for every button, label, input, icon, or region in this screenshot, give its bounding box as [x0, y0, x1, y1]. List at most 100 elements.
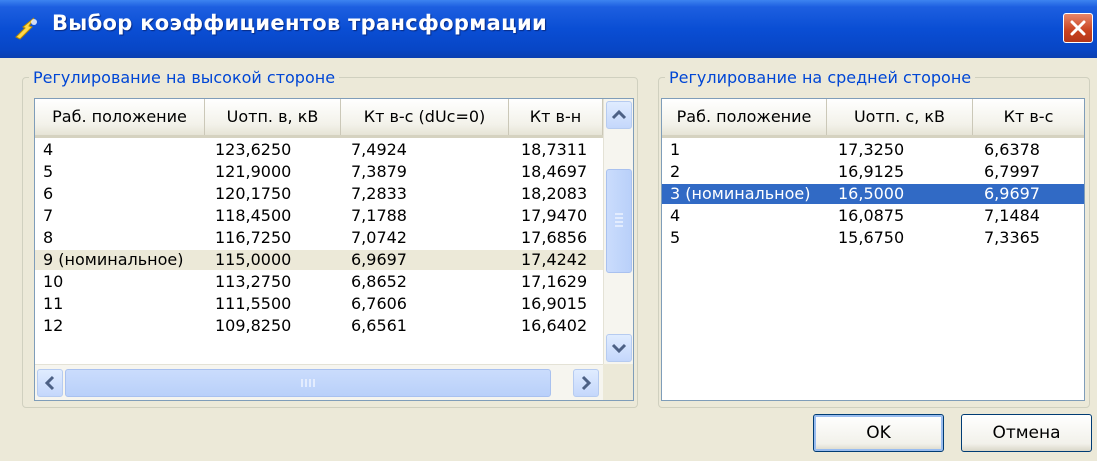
- table-cell: 116,7250: [215, 228, 292, 247]
- chevron-up-icon: [611, 109, 627, 120]
- table-cell: 12: [43, 316, 64, 335]
- table-cell: 109,8250: [215, 316, 292, 335]
- table-cell: 6: [43, 184, 54, 203]
- title-bar[interactable]: Выбор коэффициентов трансформации: [0, 0, 1097, 58]
- close-icon: [1070, 20, 1086, 36]
- table-cell: 9 (номинальное): [43, 250, 184, 269]
- table-cell: 118,4500: [215, 206, 292, 225]
- table-cell: 115,0000: [215, 250, 292, 269]
- table-header: Раб. положение Uотп. с, кВ Кт в-с: [662, 99, 1084, 138]
- close-button[interactable]: [1063, 13, 1093, 43]
- column-header-kt-vn[interactable]: Кт в-н: [509, 99, 603, 135]
- table-cell: 17,1629: [521, 272, 588, 291]
- table-cell: 16,9125: [838, 162, 905, 181]
- table-row[interactable]: 3 (номинальное) 16,5000 6,9697: [662, 184, 1084, 204]
- table-row[interactable]: 10 113,2750 6,8652 17,1629: [35, 272, 603, 292]
- table-cell: 121,9000: [215, 162, 292, 181]
- table-cell: 16,6402: [521, 316, 588, 335]
- table-row[interactable]: 4 16,0875 7,1484: [662, 206, 1084, 226]
- table-cell: 6,6378: [984, 140, 1040, 159]
- table-cell: 15,6750: [838, 228, 905, 247]
- table-cell: 123,6250: [215, 140, 292, 159]
- medium-side-legend: Регулирование на средней стороне: [669, 68, 972, 87]
- high-side-table[interactable]: Раб. положение Uотп. в, кВ Кт в-с (dUc=0…: [34, 98, 634, 401]
- scroll-left-button[interactable]: [37, 369, 63, 397]
- app-lightning-icon: [15, 17, 37, 40]
- column-header-voltage[interactable]: Uотп. с, кВ: [827, 99, 973, 135]
- table-cell: 2: [670, 162, 681, 181]
- table-cell: 7,0742: [351, 228, 407, 247]
- table-cell: 7,4924: [351, 140, 407, 159]
- table-cell: 17,3250: [838, 140, 905, 159]
- table-cell: 7,1788: [351, 206, 407, 225]
- table-row[interactable]: 4 123,6250 7,4924 18,7311: [35, 140, 603, 160]
- scroll-right-button[interactable]: [573, 369, 599, 397]
- table-row[interactable]: 12 109,8250 6,6561 16,6402: [35, 316, 603, 336]
- table-cell: 6,7997: [984, 162, 1040, 181]
- column-header-kt-vs[interactable]: Кт в-с (dUc=0): [341, 99, 509, 135]
- column-header-voltage[interactable]: Uотп. в, кВ: [205, 99, 341, 135]
- dialog-window: Выбор коэффициентов трансформации Регули…: [0, 0, 1097, 461]
- chevron-down-icon: [611, 343, 627, 354]
- table-header: Раб. положение Uотп. в, кВ Кт в-с (dUc=0…: [35, 99, 603, 138]
- table-cell: 113,2750: [215, 272, 292, 291]
- table-cell: 17,4242: [521, 250, 588, 269]
- horizontal-scrollbar[interactable]: [35, 364, 603, 400]
- table-cell: 18,2083: [521, 184, 588, 203]
- scrollbar-corner: [603, 364, 633, 400]
- table-cell: 7,2833: [351, 184, 407, 203]
- vertical-scrollbar[interactable]: [603, 99, 633, 364]
- column-header-position[interactable]: Раб. положение: [35, 99, 205, 135]
- table-cell: 7,1484: [984, 206, 1040, 225]
- table-cell: 10: [43, 272, 64, 291]
- column-header-kt-vs[interactable]: Кт в-с: [973, 99, 1084, 135]
- table-cell: 120,1750: [215, 184, 292, 203]
- table-cell: 16,0875: [838, 206, 905, 225]
- table-row[interactable]: 8 116,7250 7,0742 17,6856: [35, 228, 603, 248]
- chevron-left-icon: [44, 375, 55, 391]
- table-row[interactable]: 2 16,9125 6,7997: [662, 162, 1084, 182]
- table-cell: 4: [670, 206, 681, 225]
- table-cell: 3 (номинальное): [670, 184, 811, 203]
- medium-side-table[interactable]: Раб. положение Uотп. с, кВ Кт в-с 1 17,32…: [661, 98, 1085, 401]
- table-cell: 7: [43, 206, 54, 225]
- vertical-scroll-thumb[interactable]: [606, 169, 632, 273]
- table-row[interactable]: 7 118,4500 7,1788 17,9470: [35, 206, 603, 226]
- table-cell: 4: [43, 140, 54, 159]
- table-row[interactable]: 6 120,1750 7,2833 18,2083: [35, 184, 603, 204]
- table-row[interactable]: 9 (номинальное) 115,0000 6,9697 17,4242: [35, 250, 603, 270]
- table-row[interactable]: 1 17,3250 6,6378: [662, 140, 1084, 160]
- grip-icon: [615, 213, 623, 227]
- table-cell: 16,5000: [838, 184, 905, 203]
- table-row[interactable]: 5 15,6750 7,3365: [662, 228, 1084, 248]
- table-cell: 5: [670, 228, 681, 247]
- horizontal-scroll-thumb[interactable]: [65, 369, 551, 397]
- table-cell: 6,8652: [351, 272, 407, 291]
- scroll-up-button[interactable]: [606, 101, 632, 129]
- table-cell: 6,6561: [351, 316, 407, 335]
- table-cell: 8: [43, 228, 54, 247]
- table-cell: 7,3365: [984, 228, 1040, 247]
- ok-button[interactable]: OK: [813, 414, 944, 452]
- table-cell: 1: [670, 140, 681, 159]
- table-cell: 11: [43, 294, 64, 313]
- chevron-right-icon: [581, 375, 592, 391]
- table-cell: 17,6856: [521, 228, 588, 247]
- table-cell: 6,9697: [351, 250, 407, 269]
- table-cell: 18,7311: [521, 140, 588, 159]
- cancel-button[interactable]: Отмена: [961, 414, 1092, 452]
- column-header-position[interactable]: Раб. положение: [662, 99, 827, 135]
- table-cell: 17,9470: [521, 206, 588, 225]
- table-cell: 6,7606: [351, 294, 407, 313]
- table-row[interactable]: 11 111,5500 6,7606 16,9015: [35, 294, 603, 314]
- table-cell: 111,5500: [215, 294, 292, 313]
- window-title: Выбор коэффициентов трансформации: [52, 11, 548, 35]
- table-cell: 6,9697: [984, 184, 1040, 203]
- table-row[interactable]: 5 121,9000 7,3879 18,4697: [35, 162, 603, 182]
- grip-icon: [301, 379, 315, 387]
- table-cell: 18,4697: [521, 162, 588, 181]
- table-cell: 5: [43, 162, 54, 181]
- scroll-down-button[interactable]: [606, 334, 632, 362]
- table-cell: 16,9015: [521, 294, 588, 313]
- table-cell: 7,3879: [351, 162, 407, 181]
